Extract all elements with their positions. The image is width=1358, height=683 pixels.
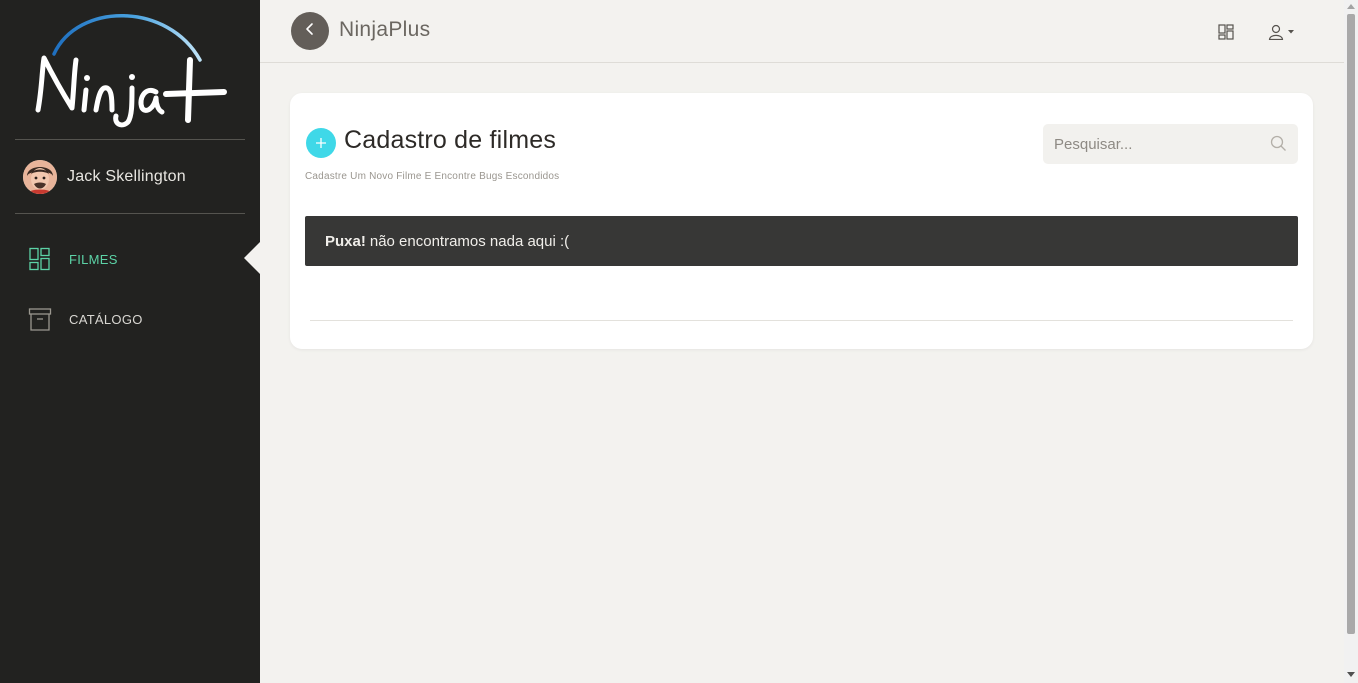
page-subtitle: Cadastre Um Novo Filme E Encontre Bugs E…: [305, 171, 560, 182]
search-icon[interactable]: [1270, 135, 1287, 157]
grid-view-icon[interactable]: [1218, 24, 1234, 45]
sidebar-item-catalogo[interactable]: CATÁLOGO: [28, 306, 143, 332]
alert-title: Puxa!: [325, 232, 366, 250]
archive-box-icon: [28, 307, 52, 331]
add-movie-button[interactable]: [306, 128, 336, 158]
top-header: NinjaPlus: [260, 0, 1344, 63]
search-box: [1043, 124, 1298, 164]
empty-state-alert: Puxa! não encontramos nada aqui :(: [305, 216, 1298, 266]
app-brand: NinjaPlus: [339, 18, 431, 41]
plus-icon: [315, 132, 327, 155]
back-button[interactable]: [291, 12, 329, 50]
alert-message: não encontramos nada aqui :(: [369, 232, 570, 250]
sidebar-item-label: CATÁLOGO: [69, 311, 143, 327]
page-scrollbar[interactable]: [1344, 0, 1358, 683]
sidebar-divider: [15, 139, 245, 140]
active-indicator: [244, 242, 260, 274]
page-title: Cadastro de filmes: [344, 126, 557, 154]
user-name: Jack Skellington: [67, 168, 186, 185]
avatar: [23, 160, 57, 194]
user-profile[interactable]: Jack Skellington: [23, 159, 186, 195]
ninja-plus-logo[interactable]: [28, 8, 232, 132]
scroll-thumb[interactable]: [1347, 14, 1355, 634]
sidebar-item-label: FILMES: [69, 251, 118, 267]
sidebar-divider: [15, 213, 245, 214]
search-input[interactable]: [1043, 124, 1263, 164]
back-arrow-icon: [303, 22, 317, 41]
dashboard-icon: [28, 247, 52, 271]
sidebar-item-filmes[interactable]: FILMES: [28, 246, 118, 272]
card-divider: [310, 320, 1293, 321]
scroll-up-arrow-icon[interactable]: [1347, 4, 1355, 9]
scroll-down-arrow-icon[interactable]: [1347, 672, 1355, 677]
movies-card: Cadastro de filmes Cadastre Um Novo Film…: [290, 93, 1313, 349]
user-dropdown-icon[interactable]: [1268, 24, 1300, 45]
sidebar: Jack Skellington FILMES CATÁLOGO: [0, 0, 260, 683]
